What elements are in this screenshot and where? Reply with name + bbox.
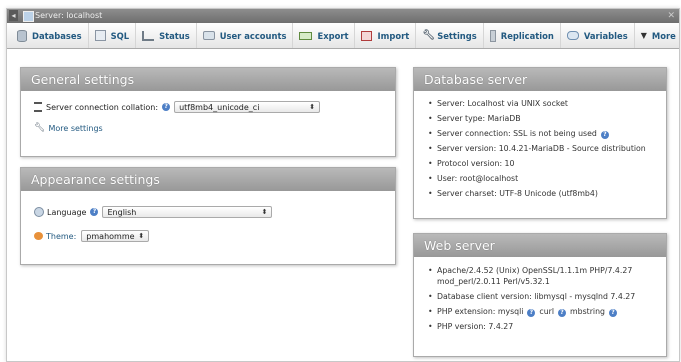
collation-icon bbox=[34, 102, 42, 112]
list-item: Server type: MariaDB bbox=[424, 113, 662, 124]
more-settings-row: 🔧︎ More settings bbox=[34, 123, 103, 133]
theme-select[interactable]: pmahomme ⬍ bbox=[81, 230, 150, 242]
web-server-title: Web server bbox=[414, 234, 666, 257]
list-item-text: PHP version: 7.4.27 bbox=[437, 322, 514, 331]
language-icon bbox=[34, 207, 44, 217]
list-item: Server: Localhost via UNIX socket bbox=[424, 98, 662, 109]
list-item: Server charset: UTF-8 Unicode (utf8mb4) bbox=[424, 188, 662, 199]
tab-status[interactable]: Status bbox=[136, 23, 197, 48]
list-item: Server version: 10.4.21-MariaDB - Source… bbox=[424, 143, 662, 154]
tab-label: Databases bbox=[32, 30, 82, 41]
collation-select[interactable]: utf8mb4_unicode_ci ⬍ bbox=[174, 101, 321, 113]
tab-settings[interactable]: 🔧︎ Settings bbox=[416, 23, 484, 48]
database-icon bbox=[17, 29, 27, 42]
title-bar: ◂ Server: localhost ✕ bbox=[7, 9, 679, 23]
tab-label: Export bbox=[317, 30, 349, 41]
close-icon[interactable]: ✕ bbox=[667, 10, 675, 22]
list-item: Database client version: libmysql - mysq… bbox=[424, 291, 660, 302]
tab-sql[interactable]: SQL bbox=[89, 23, 137, 48]
list-item: Apache/2.4.52 (Unix) OpenSSL/1.1.1m PHP/… bbox=[424, 265, 660, 287]
help-icon[interactable]: ? bbox=[162, 103, 171, 111]
chevron-down-icon: ▼ bbox=[640, 30, 647, 40]
web-server-panel: Web server Apache/2.4.52 (Unix) OpenSSL/… bbox=[413, 233, 667, 357]
theme-value: pmahomme bbox=[86, 231, 135, 241]
window-title: Server: localhost bbox=[35, 11, 103, 20]
tab-variables[interactable]: Variables bbox=[561, 23, 635, 48]
select-arrow-icon: ⬍ bbox=[138, 232, 145, 240]
theme-row: Theme: pmahomme ⬍ bbox=[34, 230, 150, 242]
list-item-text: Server type: MariaDB bbox=[437, 114, 521, 123]
tab-label: Import bbox=[377, 30, 410, 41]
list-item-text: User: root@localhost bbox=[437, 174, 519, 183]
collation-value: utf8mb4_unicode_ci bbox=[179, 102, 260, 112]
language-select[interactable]: English ⬍ bbox=[102, 206, 273, 218]
back-arrow-icon[interactable]: ◂ bbox=[9, 10, 18, 21]
theme-icon bbox=[34, 232, 43, 240]
users-icon bbox=[202, 31, 215, 40]
help-icon[interactable]: ? bbox=[600, 131, 609, 139]
tab-label: Variables bbox=[583, 30, 628, 41]
database-server-list: Server: Localhost via UNIX socket Server… bbox=[424, 98, 662, 199]
tab-label: More bbox=[651, 30, 676, 41]
wrench-icon: 🔧︎ bbox=[34, 123, 46, 133]
variables-icon bbox=[566, 31, 579, 40]
list-item-text: Database client version: libmysql - mysq… bbox=[437, 292, 636, 301]
tab-more[interactable]: ▼ More bbox=[635, 23, 681, 48]
sql-icon bbox=[94, 30, 106, 41]
list-item: PHP extension: mysqli?curl?mbstring? bbox=[424, 306, 660, 317]
list-item: PHP version: 7.4.27 bbox=[424, 321, 660, 332]
tab-label: Status bbox=[159, 30, 190, 41]
tab-import[interactable]: Import bbox=[355, 23, 417, 48]
help-icon[interactable]: ? bbox=[527, 309, 536, 317]
language-value: English bbox=[107, 207, 137, 217]
top-menu-tabs: Databases SQL Status User accounts Expor… bbox=[7, 23, 679, 49]
list-item-text: PHP extension: mysqli bbox=[437, 307, 524, 316]
list-item-text: Protocol version: 10 bbox=[437, 159, 515, 168]
server-icon bbox=[23, 11, 34, 22]
tab-label: Replication bbox=[500, 30, 554, 41]
import-icon bbox=[361, 30, 373, 41]
language-label: Language bbox=[47, 207, 87, 217]
list-item-text: Server connection: SSL is not being used bbox=[437, 129, 597, 138]
curl-extension: curl bbox=[539, 307, 555, 316]
collation-label: Server connection collation: bbox=[46, 102, 159, 112]
select-arrow-icon: ⬍ bbox=[261, 208, 268, 216]
collation-row: Server connection collation: ? utf8mb4_u… bbox=[34, 101, 321, 113]
appearance-settings-panel: Appearance settings Language ? English ⬍… bbox=[20, 167, 396, 265]
status-icon bbox=[142, 30, 155, 41]
tab-databases[interactable]: Databases bbox=[11, 23, 89, 48]
appearance-settings-title: Appearance settings bbox=[21, 168, 395, 191]
database-server-title: Database server bbox=[414, 68, 666, 91]
tab-user-accounts[interactable]: User accounts bbox=[197, 23, 294, 48]
help-icon[interactable]: ? bbox=[90, 208, 99, 216]
tab-label: SQL bbox=[110, 30, 130, 41]
list-item-text: Server charset: UTF-8 Unicode (utf8mb4) bbox=[437, 189, 598, 198]
list-item-text: Apache/2.4.52 (Unix) OpenSSL/1.1.1m PHP/… bbox=[437, 266, 633, 286]
theme-label: Theme: bbox=[46, 231, 77, 241]
list-item-text: Server version: 10.4.21-MariaDB - Source… bbox=[437, 144, 646, 153]
more-settings-link[interactable]: More settings bbox=[48, 124, 102, 133]
help-icon[interactable]: ? bbox=[558, 309, 567, 317]
app-window: ◂ Server: localhost ✕ Databases SQL Stat… bbox=[6, 8, 680, 362]
list-item: Protocol version: 10 bbox=[424, 158, 662, 169]
export-icon bbox=[299, 31, 313, 40]
list-item: Server connection: SSL is not being used… bbox=[424, 128, 662, 139]
general-settings-title: General settings bbox=[21, 68, 395, 91]
tab-label: User accounts bbox=[219, 30, 287, 41]
help-icon[interactable]: ? bbox=[608, 309, 617, 317]
tab-label: Settings bbox=[437, 30, 477, 41]
web-server-list: Apache/2.4.52 (Unix) OpenSSL/1.1.1m PHP/… bbox=[424, 265, 660, 332]
list-item: User: root@localhost bbox=[424, 173, 662, 184]
tab-export[interactable]: Export bbox=[293, 23, 356, 48]
language-row: Language ? English ⬍ bbox=[34, 206, 273, 218]
mbstring-extension: mbstring bbox=[570, 307, 605, 316]
list-item-text: Server: Localhost via UNIX socket bbox=[437, 99, 568, 108]
tab-replication[interactable]: Replication bbox=[484, 23, 561, 48]
wrench-icon: 🔧︎ bbox=[422, 29, 435, 41]
replication-icon bbox=[489, 29, 496, 42]
general-settings-panel: General settings Server connection colla… bbox=[20, 67, 396, 157]
select-arrow-icon: ⬍ bbox=[309, 103, 316, 111]
database-server-panel: Database server Server: Localhost via UN… bbox=[413, 67, 667, 219]
